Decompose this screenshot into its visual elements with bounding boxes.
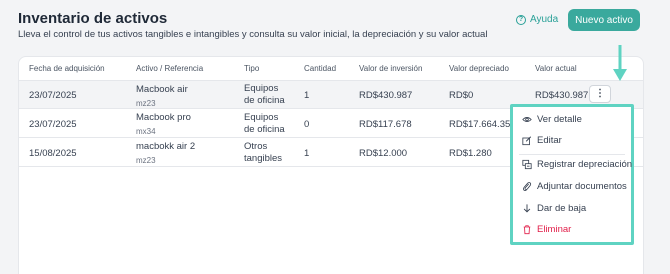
annotation-arrow-icon bbox=[613, 45, 627, 81]
type-line: Equipos bbox=[244, 83, 279, 94]
date-cell: 15/08/2025 bbox=[29, 148, 77, 159]
help-link[interactable]: ? Ayuda bbox=[516, 14, 558, 25]
menu-item-label: Ver detalle bbox=[537, 114, 582, 125]
help-icon: ? bbox=[516, 14, 526, 25]
eye-icon bbox=[522, 115, 532, 125]
asset-ref: mz23 bbox=[136, 156, 156, 165]
asset-cell: Macbook air mz23 bbox=[136, 84, 188, 110]
depreciated-cell: RD$0 bbox=[449, 90, 474, 101]
column-header[interactable]: Valor depreciado bbox=[449, 64, 509, 73]
column-header[interactable]: Tipo bbox=[244, 64, 259, 73]
kebab-icon: ⋮ bbox=[595, 88, 605, 99]
quantity-cell: 0 bbox=[304, 119, 310, 130]
table-header: Fecha de adquisición Activo / Referencia… bbox=[19, 57, 643, 81]
column-header[interactable]: Activo / Referencia bbox=[136, 64, 203, 73]
date-cell: 23/07/2025 bbox=[29, 90, 77, 101]
type-line: tangibles bbox=[244, 153, 283, 164]
asset-cell: macbokk air 2 mz23 bbox=[136, 141, 195, 167]
menu-item-register-depreciation[interactable]: Registrar depreciación bbox=[522, 159, 632, 170]
menu-item-view-detail[interactable]: Ver detalle bbox=[522, 114, 582, 125]
quantity-cell: 1 bbox=[304, 90, 310, 101]
help-label: Ayuda bbox=[530, 14, 559, 25]
type-cell: Equipos de oficina bbox=[244, 112, 285, 136]
menu-item-label: Eliminar bbox=[537, 224, 572, 235]
trash-icon bbox=[522, 225, 532, 235]
row-actions-button[interactable]: ⋮ bbox=[589, 85, 611, 103]
menu-item-label: Editar bbox=[537, 135, 562, 146]
depreciation-icon bbox=[522, 159, 532, 170]
menu-item-label: Adjuntar documentos bbox=[537, 181, 627, 192]
type-line: Equipos bbox=[244, 112, 279, 123]
investment-cell: RD$430.987 bbox=[359, 90, 413, 101]
depreciated-cell: RD$17.664.35 bbox=[449, 119, 511, 130]
arrow-down-icon bbox=[522, 204, 532, 214]
depreciated-cell: RD$1.280 bbox=[449, 148, 492, 159]
column-header[interactable]: Fecha de adquisición bbox=[29, 64, 105, 73]
type-line: de oficina bbox=[244, 95, 285, 106]
menu-item-edit[interactable]: Editar bbox=[522, 135, 562, 146]
type-line: de oficina bbox=[244, 124, 285, 135]
edit-icon bbox=[522, 136, 532, 146]
row-actions-menu: Ver detalle Editar Registrar depreciació… bbox=[510, 104, 634, 245]
column-header[interactable]: Valor de inversión bbox=[359, 64, 422, 73]
menu-item-attach-documents[interactable]: Adjuntar documentos bbox=[522, 181, 627, 192]
new-asset-button[interactable]: Nuevo activo bbox=[568, 9, 640, 31]
column-header[interactable]: Cantidad bbox=[304, 64, 336, 73]
column-header[interactable]: Valor actual bbox=[535, 64, 577, 73]
asset-cell: Macbook pro mx34 bbox=[136, 112, 191, 138]
menu-item-write-off[interactable]: Dar de baja bbox=[522, 203, 586, 214]
investment-cell: RD$12.000 bbox=[359, 148, 408, 159]
date-cell: 23/07/2025 bbox=[29, 119, 77, 130]
type-cell: Otros tangibles bbox=[244, 141, 282, 165]
asset-name: Macbook pro bbox=[136, 112, 191, 123]
menu-divider bbox=[519, 154, 625, 155]
type-cell: Equipos de oficina bbox=[244, 83, 285, 107]
asset-ref: mx34 bbox=[136, 127, 156, 136]
quantity-cell: 1 bbox=[304, 148, 310, 159]
type-line: Otros bbox=[244, 141, 268, 152]
menu-item-label: Dar de baja bbox=[537, 203, 587, 214]
menu-item-delete[interactable]: Eliminar bbox=[522, 224, 571, 235]
current-value-cell: RD$430.987 bbox=[535, 90, 589, 101]
paperclip-icon bbox=[522, 182, 532, 192]
menu-item-label: Registrar depreciación bbox=[537, 159, 633, 170]
page-subtitle: Lleva el control de tus activos tangible… bbox=[18, 29, 488, 40]
asset-name: macbokk air 2 bbox=[136, 141, 196, 152]
asset-name: Macbook air bbox=[136, 84, 188, 95]
investment-cell: RD$117.678 bbox=[359, 119, 412, 130]
page-title: Inventario de activos bbox=[18, 10, 168, 27]
